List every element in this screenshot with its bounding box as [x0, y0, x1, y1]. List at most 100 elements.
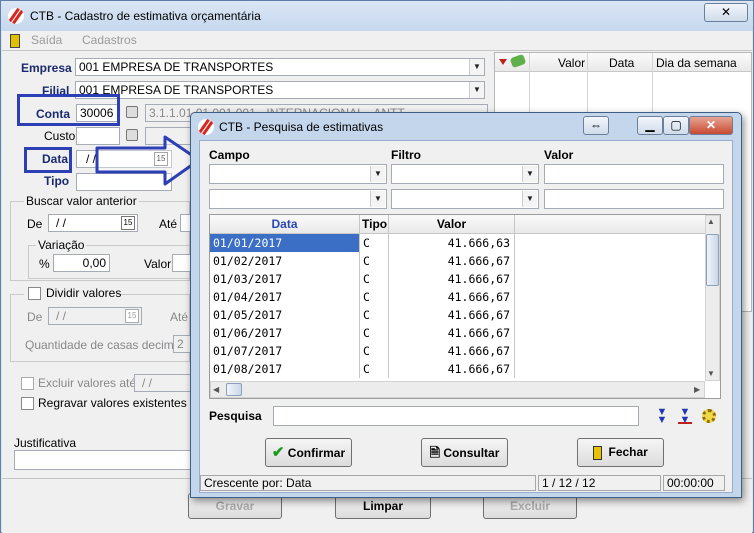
filtro-label: Filtro [391, 148, 421, 162]
menu-cadastros[interactable]: Cadastros [82, 33, 137, 47]
pesquisa-dialog: CTB - Pesquisa de estimativas ⇔ ▁ ▢ ✕ Ca… [190, 112, 742, 498]
col-header-data[interactable]: Data [210, 215, 360, 234]
pct-value: 0,00 [82, 256, 106, 270]
chevron-down-icon[interactable]: ▼ [370, 191, 385, 207]
consultar-label: Consultar [443, 446, 500, 460]
scroll-left-icon[interactable]: ◀ [213, 385, 219, 394]
campo-select-2[interactable] [209, 189, 387, 209]
table-row[interactable]: 01/08/2017 C 41.666,67 [210, 360, 705, 378]
campo-select-1[interactable] [209, 164, 387, 184]
col-header-valor[interactable]: Valor [389, 215, 515, 234]
maximize-icon: ▢ [670, 118, 682, 132]
calendar-icon[interactable]: 15 [121, 216, 135, 230]
cell-tipo: C [360, 324, 389, 342]
cell-tipo: C [360, 252, 389, 270]
arrow-annotation-icon [95, 135, 201, 186]
empresa-value: 001 EMPRESA DE TRANSPORTES [79, 60, 274, 74]
dialog-client-area: Campo Filtro Valor ▼ ▼ ▼ ▼ Data Tipo Val… [199, 140, 733, 493]
table-row[interactable]: 01/07/2017 C 41.666,67 [210, 342, 705, 360]
tipo-label: Tipo [44, 174, 70, 188]
resize-arrows-icon: ⇔ [590, 118, 602, 132]
chevron-down-icon[interactable]: ▼ [469, 59, 484, 75]
binoculars-icon[interactable] [126, 106, 138, 118]
excluir-label: Excluir valores até [38, 376, 137, 390]
scroll-up-icon[interactable]: ▲ [707, 217, 715, 226]
chevron-down-icon[interactable]: ▼ [522, 191, 537, 207]
limpar-label: Limpar [362, 499, 403, 513]
col-header-tipo[interactable]: Tipo [360, 215, 389, 234]
pct-input[interactable]: 0,00 [53, 254, 110, 272]
conta-highlight-box [17, 94, 120, 126]
sort-last-icon[interactable]: ▼ ▼ [678, 407, 692, 426]
maximize-button[interactable]: ▢ [663, 116, 689, 135]
empresa-label: Empresa [21, 61, 72, 75]
custo-label: Custo [44, 129, 76, 143]
filtro-select-2[interactable] [391, 189, 539, 209]
chevron-down-icon[interactable]: ▼ [522, 166, 537, 182]
horizontal-scrollbar[interactable] [210, 381, 705, 398]
table-row[interactable]: 01/02/2017 C 41.666,67 [210, 252, 705, 270]
buscar-de-value: / / [56, 216, 67, 230]
table-row[interactable]: 01/05/2017 C 41.666,67 [210, 306, 705, 324]
restore-arrows-button[interactable]: ⇔ [583, 116, 609, 135]
dialog-close-button[interactable]: ✕ [689, 116, 733, 135]
sort-arrow-icon [499, 59, 507, 65]
cell-data: 01/02/2017 [210, 252, 360, 270]
cell-valor: 41.666,67 [389, 342, 515, 360]
chevron-down-icon[interactable]: ▼ [469, 82, 484, 98]
dividir-de-value: / / [56, 309, 67, 323]
chevron-down-icon[interactable]: ▼ [370, 166, 385, 182]
cell-valor: 41.666,67 [389, 270, 515, 288]
cell-valor: 41.666,67 [389, 360, 515, 378]
right-header-data: Data [609, 56, 635, 70]
close-button[interactable]: ✕ [704, 3, 748, 22]
calendar-icon[interactable]: 15 [125, 309, 139, 323]
valor-input[interactable] [172, 254, 192, 272]
close-icon: ✕ [705, 118, 717, 132]
vertical-scroll-thumb[interactable] [706, 234, 719, 286]
filial-select[interactable]: 001 EMPRESA DE TRANSPORTES [75, 81, 485, 99]
dividir-checkbox[interactable] [28, 287, 41, 300]
main-window-title: CTB - Cadastro de estimativa orçamentári… [30, 9, 261, 23]
dividir-ate-label: Até [170, 310, 189, 324]
fechar-label: Fechar [608, 445, 648, 459]
check-icon: ✔ [271, 444, 285, 461]
consultar-button[interactable]: 🗎 Consultar [421, 438, 508, 467]
cell-tipo: C [360, 360, 389, 378]
exit-door-icon [593, 445, 603, 460]
cell-data: 01/01/2017 [210, 234, 360, 252]
exit-door-icon [10, 34, 20, 48]
table-row[interactable]: 01/01/2017 C 41.666,63 [210, 234, 705, 252]
scroll-down-icon[interactable]: ▼ [707, 369, 715, 378]
minimize-icon: ▁ [645, 118, 655, 132]
col-header-filler [515, 215, 707, 234]
menu-saida[interactable]: Saída [31, 33, 62, 47]
sort-down-icon[interactable]: ▼ ▼ [655, 407, 669, 426]
horizontal-scroll-thumb[interactable] [226, 383, 242, 396]
confirmar-button[interactable]: ✔ Confirmar [265, 438, 352, 467]
gear-icon[interactable] [702, 409, 716, 423]
valor-input-2[interactable] [544, 189, 724, 209]
minimize-button[interactable]: ▁ [637, 116, 663, 135]
valor-filter-label: Valor [544, 148, 574, 162]
excluir-date-input[interactable]: / / [134, 374, 194, 392]
fechar-button[interactable]: Fechar [577, 438, 664, 467]
rows-container: 01/01/2017 C 41.666,63 01/02/2017 C 41.6… [210, 234, 705, 378]
table-row[interactable]: 01/06/2017 C 41.666,67 [210, 324, 705, 342]
justificativa-input[interactable] [14, 450, 194, 470]
cell-data: 01/08/2017 [210, 360, 360, 378]
cell-valor: 41.666,67 [389, 288, 515, 306]
scroll-right-icon[interactable]: ▶ [694, 385, 700, 394]
excluir-date-value: / / [142, 376, 153, 390]
valor-input-1[interactable] [544, 164, 724, 184]
table-row[interactable]: 01/04/2017 C 41.666,67 [210, 288, 705, 306]
cell-tipo: C [360, 234, 389, 252]
table-row[interactable]: 01/03/2017 C 41.666,67 [210, 270, 705, 288]
regravar-checkbox[interactable] [21, 397, 34, 410]
excluir-checkbox[interactable] [21, 377, 34, 390]
menu-divider [2, 50, 752, 51]
filtro-select-1[interactable] [391, 164, 539, 184]
pesquisa-input[interactable] [273, 406, 639, 426]
empresa-select[interactable]: 001 EMPRESA DE TRANSPORTES [75, 58, 485, 76]
data-highlight-box [24, 147, 72, 173]
